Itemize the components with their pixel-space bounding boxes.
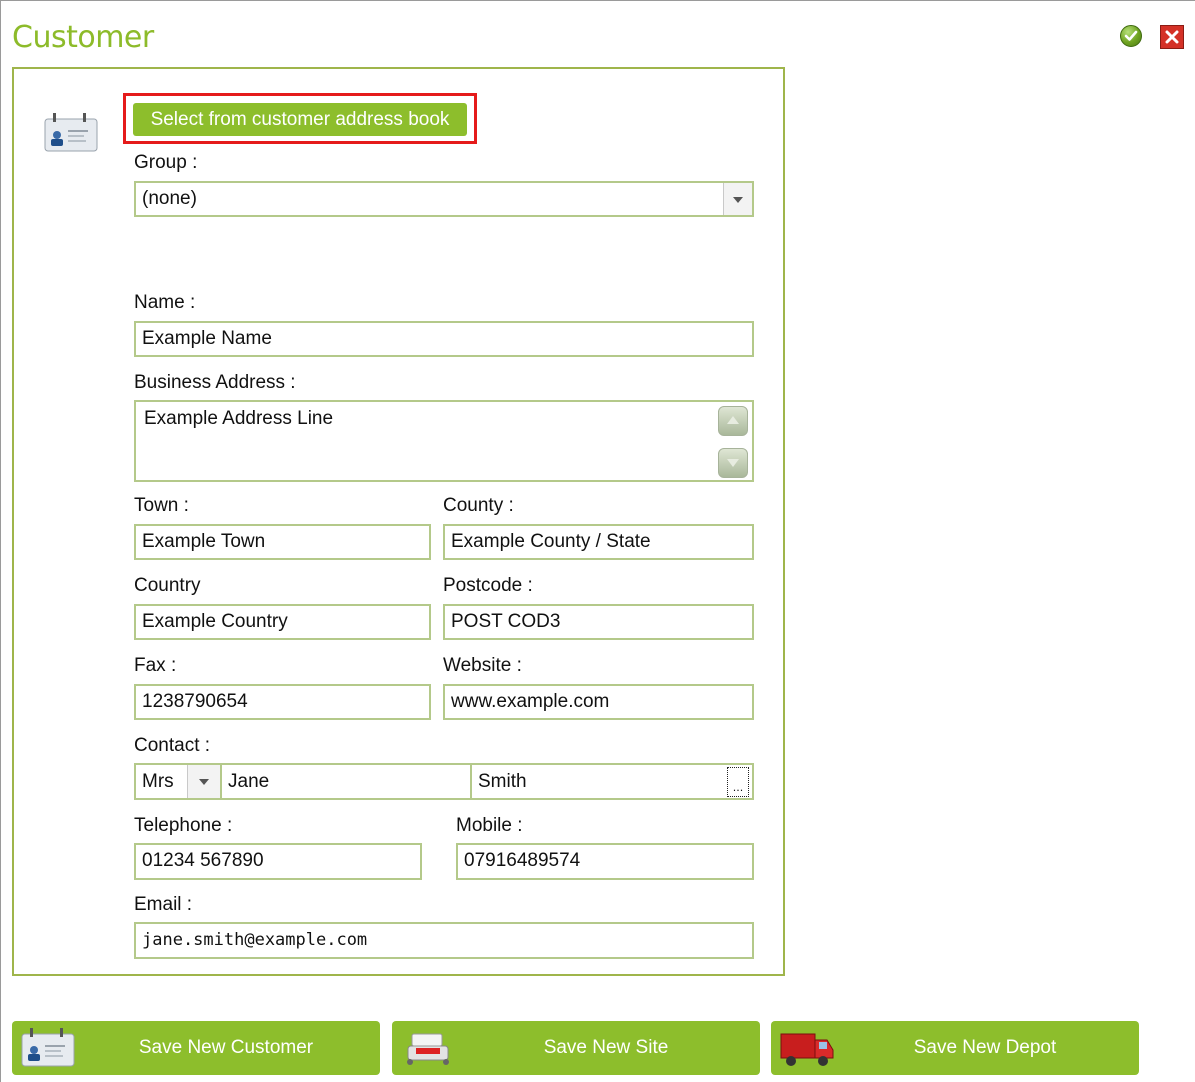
save-new-depot-button[interactable]: Save New Depot [771, 1021, 1139, 1075]
close-button[interactable] [1160, 25, 1184, 49]
contact-first-name-field[interactable]: Jane [222, 765, 472, 798]
select-address-book-button[interactable]: Select from customer address book [133, 103, 467, 136]
address-card-icon [21, 1028, 75, 1067]
save-new-depot-label: Save New Depot [913, 1037, 1057, 1058]
window-border-top [0, 0, 1195, 1]
telephone-label: Telephone : [134, 815, 233, 836]
country-label: Country [134, 575, 201, 596]
town-label: Town : [134, 495, 189, 516]
mobile-label: Mobile : [456, 815, 523, 836]
chevron-down-icon[interactable] [723, 183, 752, 215]
fax-label: Fax : [134, 655, 177, 676]
business-address-value: Example Address Line [144, 408, 334, 429]
save-new-site-button[interactable]: Save New Site [392, 1021, 760, 1075]
confirm-button[interactable] [1120, 25, 1142, 47]
select-address-book-highlight: Select from customer address book [123, 93, 477, 144]
contact-row: Mrs Jane Smith ... [134, 763, 754, 800]
town-field[interactable]: Example Town [134, 524, 431, 560]
site-icon [407, 1033, 449, 1065]
scroll-up-icon[interactable] [718, 406, 748, 436]
group-select-value: (none) [142, 188, 197, 209]
contact-title-value: Mrs [142, 771, 174, 792]
email-field[interactable]: jane.smith@example.com [134, 922, 754, 959]
fax-field[interactable]: 1238790654 [134, 684, 431, 720]
county-label: County : [443, 495, 514, 516]
group-select[interactable]: (none) [134, 181, 754, 217]
postcode-field[interactable]: POST COD3 [443, 604, 754, 640]
business-address-field[interactable]: Example Address Line [134, 400, 754, 482]
name-label: Name : [134, 292, 196, 313]
page-title: Customer [12, 20, 154, 55]
save-new-customer-label: Save New Customer [138, 1037, 314, 1058]
country-field[interactable]: Example Country [134, 604, 431, 640]
business-address-label: Business Address : [134, 372, 296, 393]
county-field[interactable]: Example County / State [443, 524, 754, 560]
checkmark-icon [1124, 30, 1138, 41]
group-label: Group : [134, 152, 198, 173]
address-card-icon [44, 113, 98, 152]
scroll-down-icon[interactable] [718, 448, 748, 478]
email-label: Email : [134, 894, 193, 915]
contact-more-button[interactable]: ... [727, 767, 749, 797]
mobile-field[interactable]: 07916489574 [456, 843, 754, 880]
window-border-left [0, 0, 1, 1082]
postcode-label: Postcode : [443, 575, 533, 596]
website-field[interactable]: www.example.com [443, 684, 754, 720]
truck-icon [780, 1033, 834, 1066]
contact-last-name-field[interactable]: Smith [472, 765, 724, 798]
name-field[interactable]: Example Name [134, 321, 754, 357]
website-label: Website : [443, 655, 522, 676]
save-new-customer-button[interactable]: Save New Customer [12, 1021, 380, 1075]
save-new-site-label: Save New Site [543, 1037, 669, 1058]
contact-label: Contact : [134, 735, 211, 756]
close-icon [1165, 30, 1179, 44]
contact-title-select[interactable]: Mrs [136, 765, 222, 798]
chevron-down-icon[interactable] [187, 765, 220, 798]
telephone-field[interactable]: 01234 567890 [134, 843, 422, 880]
